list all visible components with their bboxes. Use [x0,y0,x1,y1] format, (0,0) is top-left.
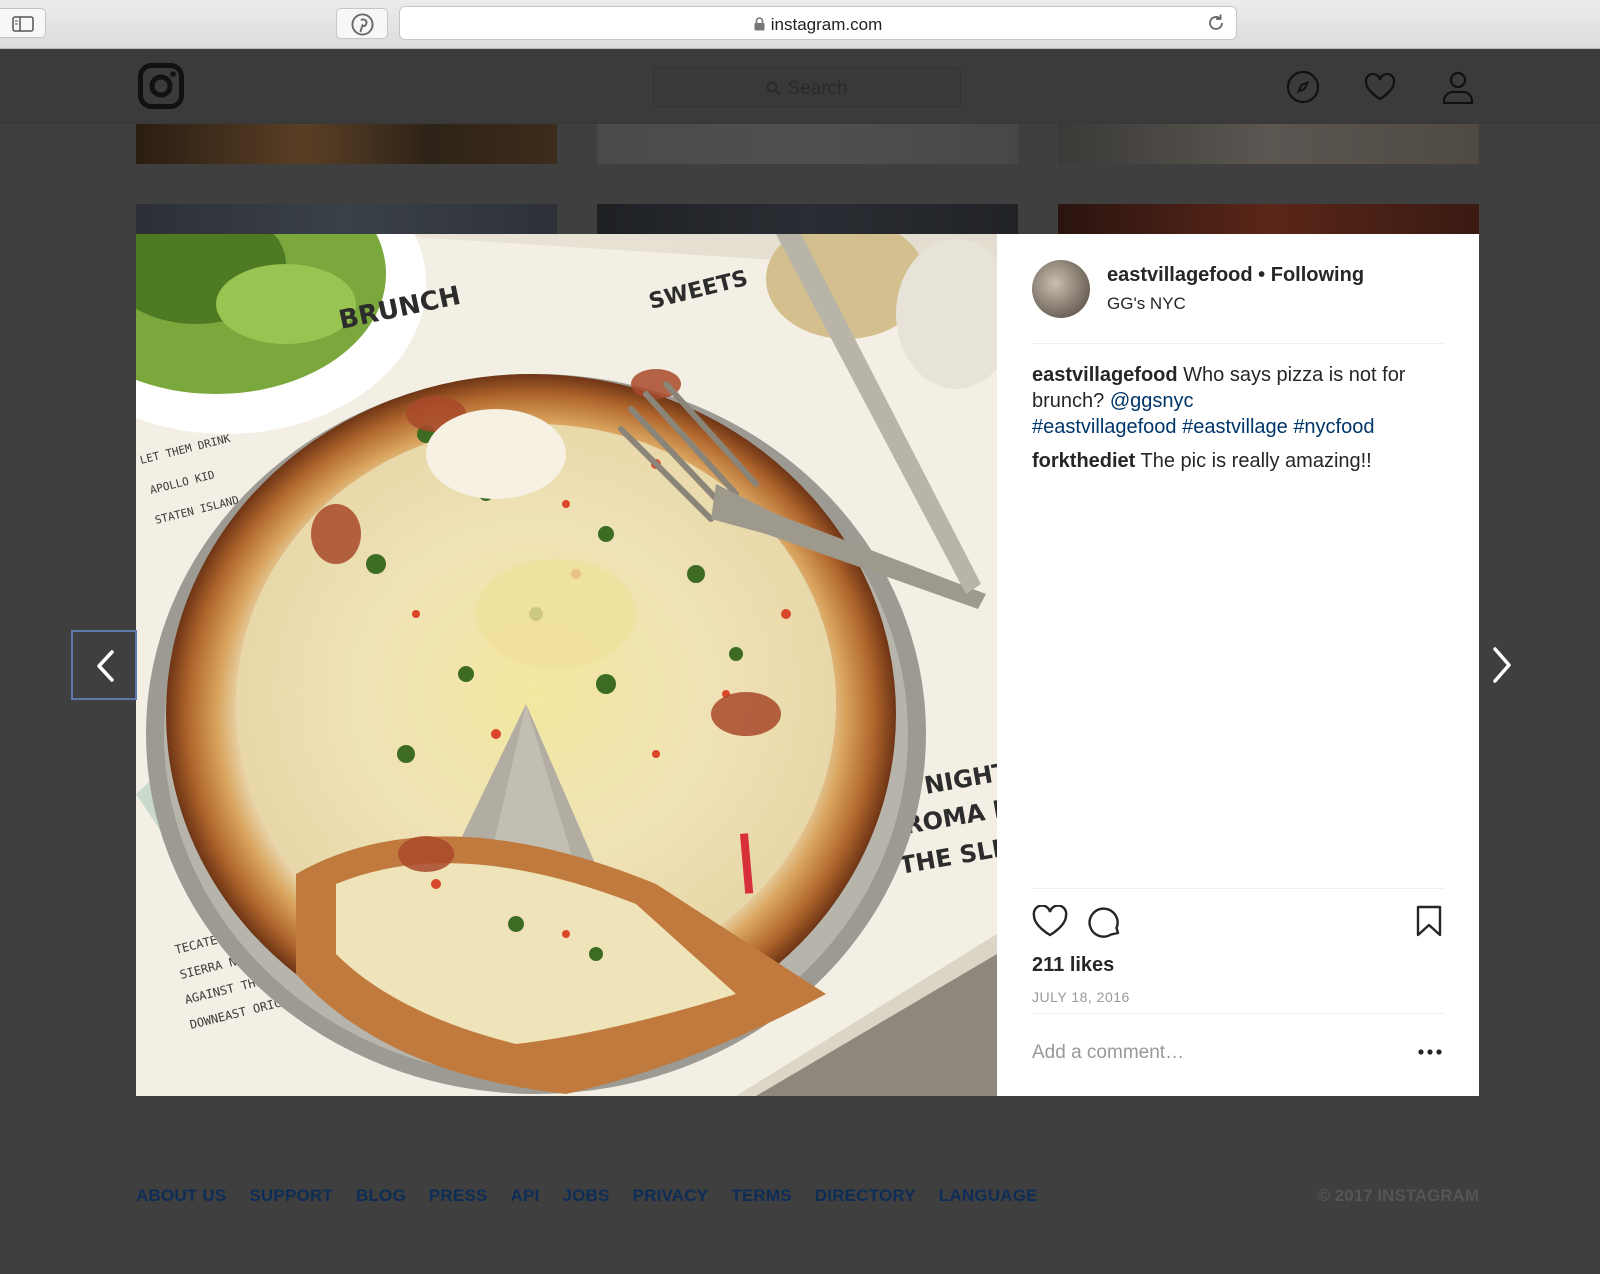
bookmark-icon[interactable] [1416,905,1442,937]
pinterest-icon [351,13,374,36]
caption: eastvillagefood Who says pizza is not fo… [1032,362,1429,440]
grid-photo-tile[interactable] [597,124,1018,164]
grid-photo-tile[interactable] [1058,204,1479,234]
reload-icon[interactable] [1206,13,1226,33]
post-location[interactable]: GG's NYC [1107,294,1186,314]
avatar[interactable] [1032,260,1090,318]
compass-icon[interactable] [1286,70,1320,104]
comment-icon[interactable] [1088,905,1122,939]
post-username[interactable]: eastvillagefood [1107,264,1253,286]
post-sidebar: eastvillagefood • Following GG's NYC eas… [997,234,1479,1096]
comment-username[interactable]: forkthediet [1032,450,1135,472]
grid-photo-tile[interactable] [136,204,557,234]
comment-item: forkthediet The pic is really amazing!! [1032,448,1429,474]
footer-link-support[interactable]: SUPPORT [249,1186,333,1206]
post-author-line: eastvillagefood • Following [1107,264,1364,287]
mention-link[interactable]: @ggsnyc [1110,390,1194,412]
footer-link-terms[interactable]: TERMS [731,1186,792,1206]
search-icon [766,81,782,96]
like-count[interactable]: 211 likes [1032,954,1114,977]
comment-text: The pic is really amazing!! [1135,450,1372,472]
next-post-button[interactable] [1490,645,1522,687]
add-comment-section [1032,1013,1444,1097]
address-bar[interactable]: instagram.com [399,6,1237,40]
copyright: © 2017 INSTAGRAM [1317,1186,1479,1205]
footer-link-about-us[interactable]: ABOUT US [136,1186,226,1206]
footer: ABOUT US SUPPORT BLOG PRESS API JOBS PRI… [136,1186,1479,1210]
footer-link-privacy[interactable]: PRIVACY [633,1186,709,1206]
footer-link-jobs[interactable]: JOBS [562,1186,609,1206]
chevron-left-icon [97,650,114,682]
heart-icon[interactable] [1363,70,1397,102]
grid-photo-tile[interactable] [597,204,1018,234]
following-button[interactable]: Following [1271,264,1364,286]
hashtag-link[interactable]: #eastvillagefood [1032,416,1177,438]
pizza-photo-illustration: BRUNCH SWEETS NIGHT ROMA PIE THE SLICE T… [136,234,997,1096]
post-photo[interactable]: BRUNCH SWEETS NIGHT ROMA PIE THE SLICE T… [136,234,997,1096]
comment-input[interactable] [1032,1042,1392,1064]
footer-link-language[interactable]: LANGUAGE [939,1186,1038,1206]
url-display: instagram.com [400,15,1236,36]
chevron-right-icon [1493,647,1511,683]
more-icon[interactable] [1416,1046,1444,1058]
sidebar-toggle-button[interactable] [0,8,46,38]
grid-photo-tile[interactable] [136,124,557,164]
footer-links: ABOUT US SUPPORT BLOG PRESS API JOBS PRI… [136,1186,1038,1206]
search-placeholder: Search [787,78,848,99]
profile-icon[interactable] [1441,70,1475,104]
pinterest-extension-button[interactable] [336,8,388,39]
instagram-logo-icon[interactable] [138,63,184,109]
previous-post-button[interactable] [71,630,137,700]
sidebar-icon [12,16,34,32]
separator: • [1252,264,1271,286]
browser-toolbar: instagram.com [0,0,1600,49]
footer-link-blog[interactable]: BLOG [356,1186,406,1206]
url-text: instagram.com [770,15,883,34]
footer-link-directory[interactable]: DIRECTORY [815,1186,916,1206]
lock-icon [754,16,765,36]
hashtag-link[interactable]: #nycfood [1293,416,1374,438]
post-modal: BRUNCH SWEETS NIGHT ROMA PIE THE SLICE T… [136,234,1479,1096]
grid-photo-tile[interactable] [1058,124,1479,164]
instagram-header: Search [0,50,1600,124]
hashtag-link[interactable]: #eastvillage [1182,416,1288,438]
like-icon[interactable] [1032,905,1068,937]
footer-link-press[interactable]: PRESS [429,1186,488,1206]
footer-link-api[interactable]: API [511,1186,540,1206]
search-input[interactable]: Search [653,67,961,107]
comments-list: eastvillagefood Who says pizza is not fo… [1032,362,1429,482]
post-date: JULY 18, 2016 [1032,989,1130,1005]
post-header: eastvillagefood • Following GG's NYC [1032,260,1444,344]
caption-username[interactable]: eastvillagefood [1032,364,1178,386]
post-actions: 211 likes JULY 18, 2016 [1032,888,1444,1098]
